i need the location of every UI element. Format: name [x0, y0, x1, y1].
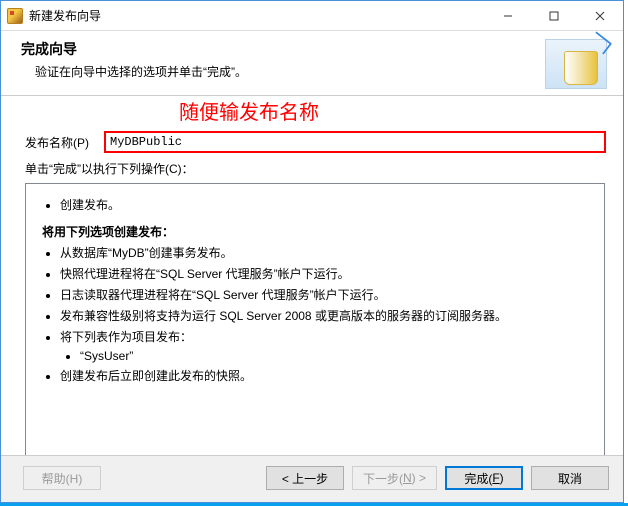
window-controls: [485, 1, 623, 30]
list-item: 发布兼容性级别将支持为运行 SQL Server 2008 或更高版本的服务器的…: [60, 307, 594, 324]
window-title: 新建发布向导: [29, 7, 485, 24]
button-label: < 上一步: [282, 470, 328, 487]
button-label-prefix: 完成(: [464, 470, 492, 487]
button-label-suffix: ): [500, 471, 504, 485]
ops-intro: 单击“完成”以执行下列操作(C)：: [25, 160, 605, 177]
content-area: 随便输发布名称 发布名称(P) 单击“完成”以执行下列操作(C)： 创建发布。 …: [1, 96, 623, 455]
book-icon: [564, 51, 598, 85]
next-button: 下一步(N) >: [352, 466, 437, 490]
publish-name-input[interactable]: [105, 132, 605, 152]
help-button[interactable]: 帮助(H): [23, 466, 101, 490]
list-item: 日志读取器代理进程将在“SQL Server 代理服务”帐户下运行。: [60, 286, 594, 303]
wizard-header: 完成向导 验证在向导中选择的选项并单击“完成”。: [1, 31, 623, 96]
back-button[interactable]: < 上一步: [266, 466, 344, 490]
list-item: 创建发布。: [60, 196, 594, 213]
button-label: 帮助(H): [42, 470, 83, 487]
operations-box[interactable]: 创建发布。 将用下列选项创建发布： 从数据库“MyDB”创建事务发布。 快照代理…: [25, 183, 605, 455]
header-text: 完成向导 验证在向导中选择的选项并单击“完成”。: [21, 39, 545, 80]
app-icon: [7, 8, 23, 24]
button-label-prefix: 下一步(: [363, 470, 403, 487]
list-item: 将下列表作为项目发布：: [60, 328, 594, 345]
finish-button[interactable]: 完成(F): [445, 466, 523, 490]
titlebar: 新建发布向导: [1, 1, 623, 31]
publish-name-label: 发布名称(P): [25, 134, 105, 151]
list-item: 创建发布后立即创建此发布的快照。: [60, 367, 594, 384]
user-annotation: 随便输发布名称: [179, 96, 319, 125]
page-title: 完成向导: [21, 39, 545, 59]
wizard-footer: 帮助(H) < 上一步 下一步(N) > 完成(F) 取消: [1, 455, 623, 502]
minimize-button[interactable]: [485, 1, 531, 30]
list-item: 从数据库“MyDB”创建事务发布。: [60, 244, 594, 261]
button-hotkey: F: [492, 471, 499, 485]
page-subtitle: 验证在向导中选择的选项并单击“完成”。: [21, 63, 545, 80]
button-label-suffix: ) >: [412, 471, 426, 485]
wizard-window: 新建发布向导 完成向导 验证在向导中选择的选项并单击“完成”。 随便输发布名称 …: [0, 0, 624, 503]
button-label: 取消: [558, 470, 582, 487]
wizard-graphic: [545, 39, 607, 89]
close-button[interactable]: [577, 1, 623, 30]
button-hotkey: N: [403, 471, 412, 485]
cancel-button[interactable]: 取消: [531, 466, 609, 490]
list-item: “SysUser”: [80, 349, 594, 363]
operations-list: 创建发布。 将用下列选项创建发布： 从数据库“MyDB”创建事务发布。 快照代理…: [42, 196, 594, 384]
maximize-button[interactable]: [531, 1, 577, 30]
group-title: 将用下列选项创建发布：: [42, 223, 594, 240]
publish-name-row: 发布名称(P): [25, 132, 605, 152]
list-item: 快照代理进程将在“SQL Server 代理服务”帐户下运行。: [60, 265, 594, 282]
